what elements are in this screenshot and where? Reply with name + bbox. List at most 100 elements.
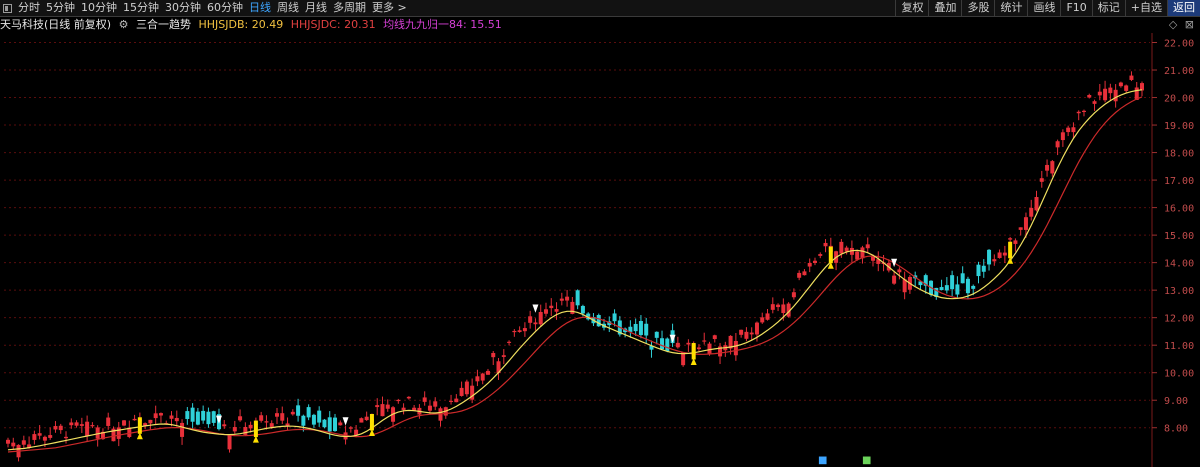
candle-body (960, 273, 965, 284)
kline-chart[interactable]: 8.00 9.00 10.00 11.00 12.00 13.00 14.00 15.00 16… (0, 33, 1200, 467)
candle-body (1118, 82, 1123, 87)
candle-body (971, 285, 976, 289)
toolbar-action-5[interactable]: F10 (1060, 0, 1091, 16)
candle-body (987, 249, 992, 265)
candle-body (454, 398, 459, 403)
period-tab-7[interactable]: 周线 (274, 0, 302, 16)
candle-body (776, 304, 781, 308)
candle-body (770, 304, 775, 310)
candle-body (185, 411, 190, 419)
candle-body (475, 376, 480, 382)
toolbar-action-7[interactable]: +自选 (1124, 0, 1167, 16)
period-tab-6[interactable]: 日线 (246, 0, 274, 16)
toolbar-action-3[interactable]: 统计 (994, 0, 1027, 16)
signal-bar (253, 420, 258, 438)
candle-body (296, 405, 301, 416)
candle-body (1129, 75, 1134, 80)
candle-body (554, 309, 559, 312)
y-tick-label: 17.00 (1164, 176, 1194, 187)
period-tab-10[interactable]: 更多 > (369, 0, 410, 16)
candle-body (396, 399, 401, 402)
toolbar-action-0[interactable]: 复权 (895, 0, 928, 16)
y-tick-label: 22.00 (1164, 39, 1194, 50)
toolbar-action-2[interactable]: 多股 (961, 0, 994, 16)
candle-body (327, 417, 332, 432)
toolbar-action-8[interactable]: 返回 (1167, 0, 1200, 16)
candle-body (1002, 252, 1007, 256)
jdb-value: HHJSJDB: 20.49 (198, 18, 284, 31)
candle-body (195, 411, 200, 425)
period-tab-2[interactable]: 10分钟 (78, 0, 120, 16)
toolbar-action-1[interactable]: 叠加 (928, 0, 961, 16)
candle-body (1066, 127, 1071, 133)
candle-body (944, 285, 949, 291)
candle-body (311, 414, 316, 425)
buy-triangle (827, 261, 834, 269)
candle-body (802, 271, 807, 276)
gear-icon[interactable]: ⚙ (119, 18, 129, 31)
candle-body (955, 284, 960, 295)
y-tick-label: 21.00 (1164, 66, 1194, 77)
toolbar-action-6[interactable]: 标记 (1091, 0, 1125, 16)
candle-body (1045, 164, 1050, 171)
candle-body (839, 241, 844, 254)
candle-body (433, 401, 438, 407)
y-tick-label: 19.00 (1164, 121, 1194, 132)
candle-body (449, 400, 454, 402)
candle-body (702, 340, 707, 342)
jdc-value: HHJSJDC: 20.31 (290, 18, 376, 31)
candle-body (976, 264, 981, 277)
candle-body (754, 322, 759, 335)
candle-body (69, 422, 74, 426)
candle-body (227, 434, 232, 450)
diamond-icon[interactable]: ◇ (1169, 18, 1177, 31)
candle-body (807, 262, 812, 267)
candle-body (1108, 87, 1113, 94)
period-tab-8[interactable]: 月线 (302, 0, 330, 16)
candle-body (1113, 89, 1118, 102)
close-icon[interactable]: ⊠ (1185, 18, 1194, 31)
top-toolbar: 分时 5分钟 10分钟 15分钟 30分钟 60分钟 日线 周线 月线 多周期 更多 > 复权 叠加多… (0, 0, 1200, 17)
candle-body (507, 341, 512, 343)
candle-body (438, 408, 443, 421)
candle-body (222, 424, 227, 427)
candle-body (385, 404, 390, 409)
candle-body (201, 410, 206, 421)
period-tab-4[interactable]: 30分钟 (162, 0, 204, 16)
chart-corner-icons: ◇ ⊠ (1165, 17, 1194, 33)
candle-body (190, 407, 195, 422)
candle-body (1071, 127, 1076, 133)
candle-body (812, 260, 817, 264)
stock-title[interactable]: 天马科技(日线 前复权) (0, 18, 111, 31)
period-tab-0[interactable]: 分时 (15, 0, 43, 16)
period-tab-3[interactable]: 15分钟 (120, 0, 162, 16)
candle-body (422, 397, 427, 402)
candle-body (290, 411, 295, 415)
candle-body (733, 340, 738, 356)
candle-body (359, 418, 364, 423)
y-tick-label: 20.00 (1164, 94, 1194, 105)
candle-body (939, 287, 944, 291)
period-tab-1[interactable]: 5分钟 (43, 0, 78, 16)
candle-body (1023, 217, 1028, 230)
candle-body (485, 370, 490, 375)
candle-body (1060, 132, 1065, 141)
period-tab-5[interactable]: 60分钟 (204, 0, 246, 16)
sell-triangle (215, 415, 222, 424)
period-tab-9[interactable]: 多周期 (330, 0, 369, 16)
panel-toggle-icon[interactable] (3, 3, 12, 13)
candle-body (1050, 161, 1055, 174)
toolbar-action-4[interactable]: 画线 (1027, 0, 1060, 16)
indicator-name[interactable]: 三合一趋势 (136, 18, 191, 31)
buy-triangle (690, 358, 697, 365)
candle-body (1034, 197, 1039, 211)
sell-triangle (532, 304, 539, 313)
candle-body (1097, 91, 1102, 96)
candle-body (660, 338, 665, 350)
candle-body (158, 413, 163, 416)
candle-body (965, 278, 970, 294)
candle-body (744, 331, 749, 339)
candle-body (74, 422, 79, 426)
candle-body (274, 413, 279, 417)
y-tick-label: 18.00 (1164, 149, 1194, 160)
